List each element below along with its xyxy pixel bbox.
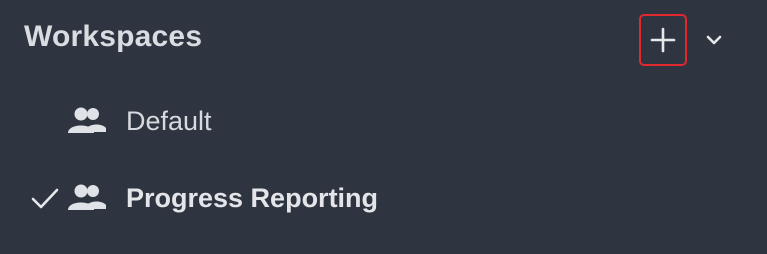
workspaces-title: Workspaces bbox=[24, 20, 203, 53]
group-icon bbox=[68, 107, 106, 133]
workspaces-header: Workspaces bbox=[0, 0, 767, 82]
group-icon bbox=[68, 184, 106, 210]
workspace-item-label: Default bbox=[126, 106, 212, 136]
check-slot bbox=[28, 185, 62, 213]
chevron-down-icon bbox=[706, 35, 722, 45]
workspaces-panel: Workspaces Default Progress Reporting bbox=[0, 0, 767, 254]
workspace-item-default[interactable]: Default bbox=[0, 94, 767, 150]
add-workspace-button[interactable] bbox=[639, 14, 687, 66]
check-slot bbox=[28, 108, 62, 136]
workspace-item-label: Progress Reporting bbox=[126, 183, 379, 213]
workspace-item-progress-reporting[interactable]: Progress Reporting bbox=[0, 171, 767, 227]
collapse-workspaces-button[interactable] bbox=[700, 26, 728, 54]
plus-icon bbox=[650, 27, 676, 53]
checkmark-icon bbox=[31, 188, 59, 209]
